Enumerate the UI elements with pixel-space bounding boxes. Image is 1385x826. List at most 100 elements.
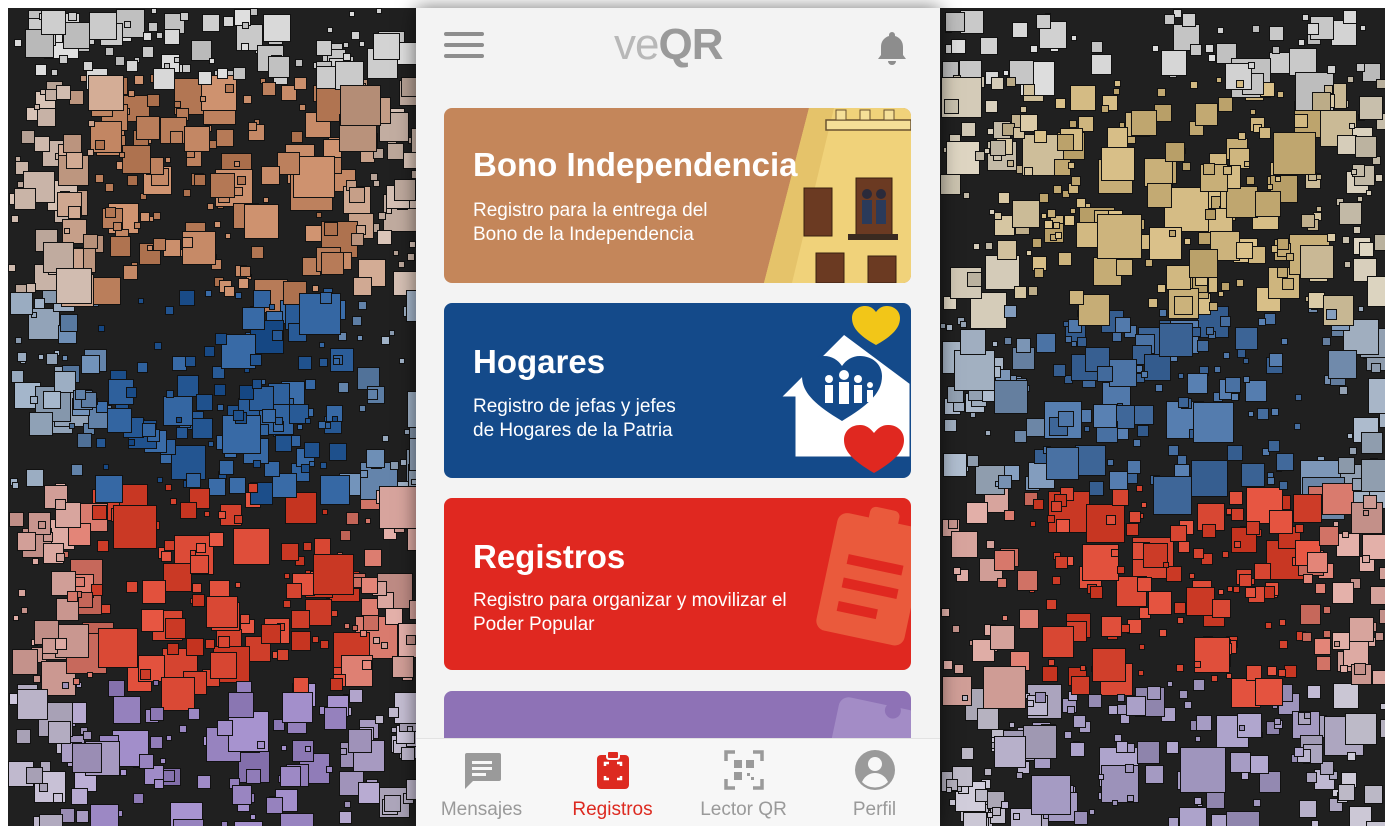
mosaic-tile [113,696,141,724]
profile-icon [855,750,895,790]
mosaic-tile [359,405,366,412]
mosaic-tile [232,785,252,805]
mosaic-tile [379,486,416,529]
mosaic-tile [108,680,125,697]
card-registros[interactable]: Registros Registro para organizar y movi… [444,498,911,670]
mosaic-tile [209,58,215,64]
mosaic-tile [1055,556,1068,569]
mosaic-tile [234,161,240,167]
nav-mensajes[interactable]: Mensajes [416,739,547,826]
mosaic-tile [185,356,196,367]
mosaic-tile [377,230,392,245]
mosaic-tile [322,509,328,515]
mosaic-tile [1004,337,1012,345]
nav-registros[interactable]: Registros [547,739,678,826]
mosaic-tile [34,136,50,152]
background-mosaic-left [8,8,416,826]
mosaic-tile [983,666,1026,709]
mosaic-tile [401,77,416,97]
mosaic-tile [1053,222,1060,229]
mosaic-tile [1165,142,1185,162]
mosaic-tile [34,104,40,110]
card-hogares[interactable]: Hogares Registro de jefas y jefes de Hog… [444,303,911,478]
mosaic-tile [192,583,202,593]
mosaic-tile [1178,541,1190,553]
mosaic-tile [1017,570,1038,591]
mosaic-tile [367,389,378,400]
mosaic-tile [207,203,214,210]
mosaic-tile [1091,54,1112,75]
mosaic-tile [1357,196,1363,202]
mosaic-tile [176,417,182,423]
mosaic-tile [1069,120,1077,128]
mosaic-tile [331,610,338,617]
mosaic-tile [192,594,205,607]
mosaic-tile [1097,214,1142,259]
mosaic-tile [184,126,210,152]
mosaic-tile [1112,332,1122,342]
nav-lector-qr[interactable]: Lector QR [678,739,809,826]
mosaic-tile [277,152,300,175]
mosaic-tile [1036,14,1051,29]
mosaic-tile [1159,629,1167,637]
mosaic-tile [1307,552,1328,573]
mosaic-tile [1344,261,1351,268]
hamburger-menu-icon[interactable] [444,32,484,62]
mosaic-tile [1379,413,1385,428]
mosaic-tile [55,638,67,650]
mosaic-tile [182,64,191,73]
mosaic-tile [37,108,56,127]
mosaic-tile [1088,694,1102,708]
mosaic-tile [48,721,71,744]
mosaic-tile [954,664,964,674]
mosaic-tile [1056,519,1070,533]
mosaic-tile [1159,309,1167,317]
mosaic-tile [225,233,231,239]
mosaic-tile [1159,323,1193,357]
mosaic-tile [1239,725,1245,731]
mosaic-tile [943,660,953,670]
mosaic-tile [376,8,382,14]
nav-perfil[interactable]: Perfil [809,739,940,826]
mosaic-tile [997,578,1007,588]
mosaic-tile [1358,306,1364,312]
mosaic-tile [1089,481,1104,496]
mosaic-tile [1149,227,1182,260]
bell-icon[interactable] [876,30,908,66]
mosaic-tile [1254,563,1271,580]
mosaic-tile [1014,286,1027,299]
mosaic-tile [1226,186,1258,218]
card-bono-independencia[interactable]: Bono Independencia Registro para la entr… [444,108,911,283]
mosaic-tile [1071,676,1090,695]
mosaic-tile [32,558,39,565]
mosaic-tile [1286,253,1294,261]
mosaic-tile [992,807,1001,816]
mosaic-tile [17,532,36,551]
mosaic-tile [954,350,995,391]
mosaic-tile [280,766,301,787]
mosaic-tile [1226,811,1260,826]
card-subtitle-line2: Poder Popular [473,614,595,635]
mosaic-tile [1013,813,1020,820]
mosaic-tile [1019,609,1039,629]
mosaic-tile [1282,278,1294,290]
mosaic-tile [961,122,976,137]
mosaic-tile [1243,358,1249,364]
card-title: Registros [473,538,626,575]
mosaic-tile [210,173,235,198]
mosaic-tile [1301,214,1315,228]
mosaic-tile [320,475,350,505]
mosaic-tile [1101,147,1135,181]
mosaic-tile [165,157,171,163]
mosaic-tile [298,356,312,370]
mosaic-tile [123,265,138,280]
mosaic-tile [214,221,221,228]
mosaic-tile [1303,574,1313,584]
mosaic-tile [1075,445,1106,476]
mosaic-tile [1119,122,1125,128]
mosaic-tile [1058,411,1074,427]
mosaic-tile [1379,609,1385,624]
mosaic-tile [1098,774,1104,780]
mosaic-tile [1148,591,1172,615]
mosaic-tile [1055,98,1066,109]
